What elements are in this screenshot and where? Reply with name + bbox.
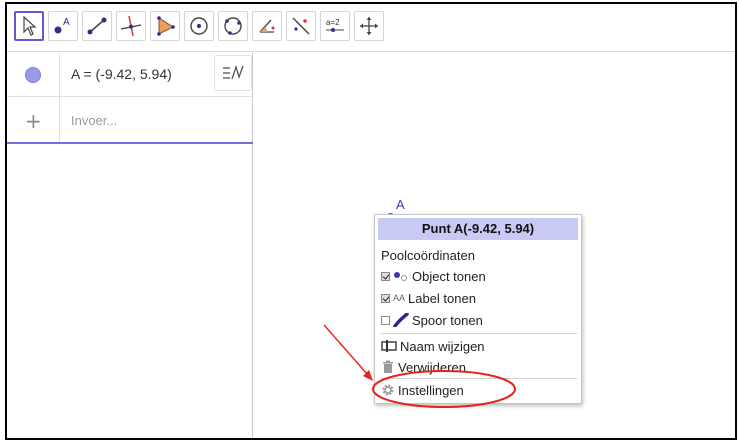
show-trace-checkbox[interactable] [381, 315, 390, 325]
context-menu: Punt A(-9.42, 5.94) Poolcoördinaten Obje… [374, 214, 582, 404]
tool-move[interactable] [14, 11, 44, 41]
label-icon: AA [393, 293, 406, 303]
tool-reflect[interactable] [286, 11, 316, 41]
show-label-checkbox[interactable] [381, 293, 390, 303]
arrow-cursor-icon [23, 15, 37, 36]
object-icon [394, 272, 407, 281]
point-icon: A [54, 17, 70, 34]
context-menu-title: Punt A(-9.42, 5.94) [378, 218, 578, 240]
algebra-view: A = (-9.42, 5.94) + Invoer... [7, 53, 253, 438]
tool-circle[interactable] [184, 11, 214, 41]
menu-item-label: Label tonen [408, 290, 476, 306]
menu-item-show-label[interactable]: AA Label tonen [381, 288, 476, 308]
menu-item-polar-coordinates[interactable]: Poolcoördinaten [381, 245, 475, 265]
angle-icon [259, 19, 275, 33]
tool-move-graphics[interactable] [354, 11, 384, 41]
tool-segment[interactable] [82, 11, 112, 41]
trace-icon [393, 313, 409, 327]
menu-item-show-trace[interactable]: Spoor tonen [381, 310, 483, 330]
menu-item-label: Spoor tonen [412, 312, 483, 328]
circle-center-icon [190, 17, 208, 35]
menu-separator [381, 333, 577, 334]
algebra-item-A[interactable]: A = (-9.42, 5.94) [7, 53, 253, 97]
menu-item-delete[interactable]: Verwijderen [381, 357, 466, 377]
gear-icon [382, 384, 394, 396]
tool-perpendicular[interactable] [116, 11, 146, 41]
menu-item-label: Poolcoördinaten [381, 247, 475, 263]
svg-text:A: A [63, 17, 70, 28]
menu-item-label: Verwijderen [398, 359, 466, 375]
slider-icon: a=2 [326, 18, 344, 32]
menu-item-label: Naam wijzigen [400, 338, 485, 354]
segment-icon [87, 17, 107, 35]
algebra-item-value: A = (-9.42, 5.94) [71, 66, 172, 82]
reflect-line-icon [292, 17, 310, 35]
tool-polygon[interactable] [150, 11, 180, 41]
visibility-toggle[interactable] [25, 67, 41, 83]
show-object-checkbox[interactable] [381, 271, 390, 281]
menu-item-rename[interactable]: Naam wijzigen [381, 336, 485, 356]
algebra-sort-icon [223, 64, 244, 80]
plus-icon[interactable]: + [25, 109, 42, 133]
move-graphics-icon [360, 17, 378, 35]
circle-three-points-icon [224, 17, 242, 35]
toolbar: A a=2 [7, 4, 735, 52]
algebra-style-button[interactable] [214, 55, 252, 91]
menu-item-label: Instellingen [398, 382, 464, 398]
menu-separator [381, 378, 577, 379]
tool-circle-three-points[interactable] [218, 11, 248, 41]
tool-angle[interactable] [252, 11, 282, 41]
trash-icon [383, 360, 393, 373]
algebra-input[interactable]: Invoer... [71, 113, 117, 128]
menu-item-show-object[interactable]: Object tonen [381, 266, 486, 286]
tool-point[interactable]: A [48, 11, 78, 41]
perpendicular-line-icon [120, 15, 142, 37]
svg-text:a=2: a=2 [326, 18, 340, 27]
polygon-icon [157, 16, 175, 36]
point-label-A: A [396, 197, 405, 212]
geogebra-window: A a=2 A = (-9.42, 5.94) + Invoer... A [5, 2, 737, 440]
menu-item-label: Object tonen [412, 268, 486, 284]
tool-slider[interactable]: a=2 [320, 11, 350, 41]
rename-icon [381, 340, 397, 352]
menu-item-settings[interactable]: Instellingen [381, 380, 464, 400]
algebra-input-row[interactable]: + Invoer... [7, 98, 253, 144]
